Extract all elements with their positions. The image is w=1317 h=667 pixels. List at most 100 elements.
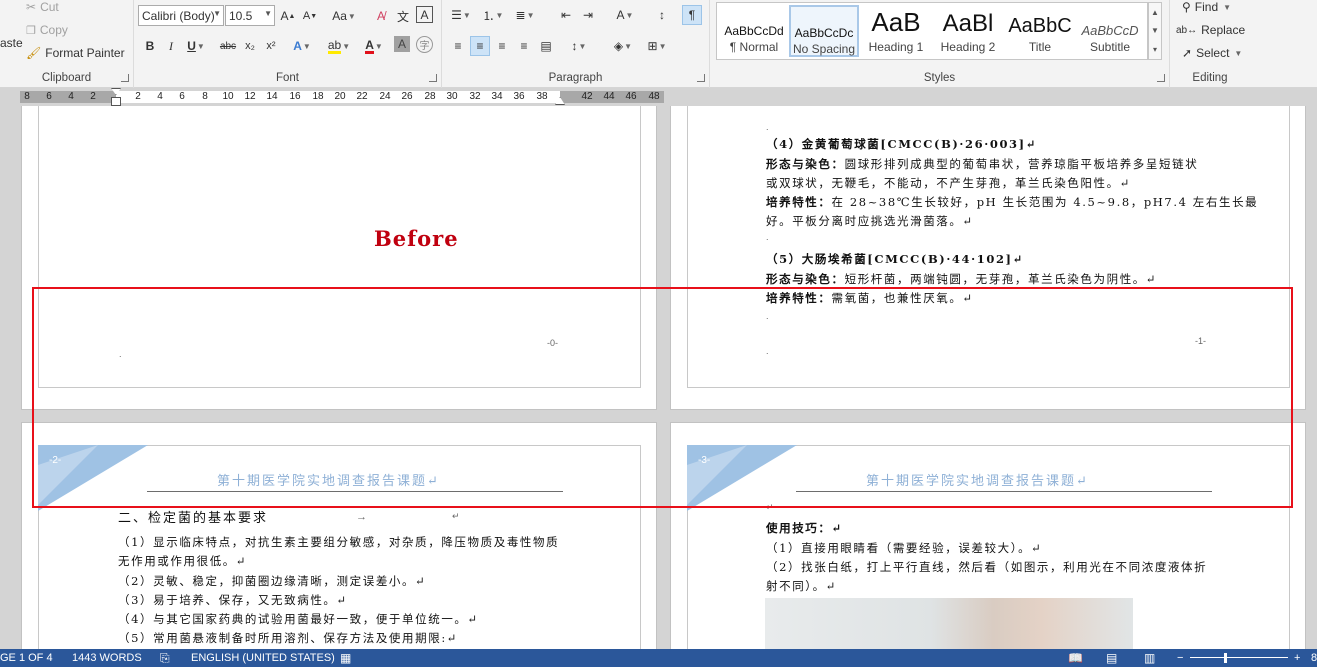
styles-launcher-icon[interactable] [1157,74,1165,82]
select-button[interactable]: ➚ Select ▼ [1182,46,1242,60]
borders-icon[interactable]: ⊞ ▼ [644,36,670,56]
language-indicator[interactable]: ENGLISH (UNITED STATES) [191,652,335,664]
doc-line: （5）大肠埃希菌[CMCC(B)·44·102]↵ [766,252,1024,266]
zoom-slider[interactable] [1190,657,1288,658]
horizontal-ruler[interactable]: 8 6 4 2 2 4 6 8 10 12 14 16 18 20 22 24 26 28 30 32 34 36 38 42… [0,88,1317,106]
replace-button[interactable]: ab↔ Replace [1176,23,1245,37]
chinese-layout-icon[interactable]: A ▼ [612,5,638,25]
increase-indent-icon[interactable]: ⇥ [578,5,598,25]
paragraph-group: ☰ ▼ ⒈ ▼ ≣ ▼ ⇤ ⇥ A ▼ ↕ ¶ ≡ ≡ ≡ ≡ ▤ ↕ ▼ ◈ ▼ ⊞ ▼ P… [442,0,710,88]
header-page-number: -2- [49,455,62,466]
style-normal[interactable]: AaBbCcDd ¶ Normal [719,5,789,57]
web-layout-icon[interactable]: ▥ [1144,651,1155,665]
copy-button[interactable]: ❐ Copy [26,23,68,37]
font-group-label: Font [275,72,299,84]
ruler-tick-label: 42 [581,91,593,102]
decrease-indent-icon[interactable]: ⇤ [556,5,576,25]
sort-icon[interactable]: ↕ [652,5,672,25]
bold-button[interactable]: B [140,36,160,56]
ruler-tick-label: 34 [491,91,503,102]
clear-formatting-icon[interactable]: A̸ [371,6,391,26]
read-mode-icon[interactable]: 📖 [1068,651,1083,665]
font-color-button[interactable]: A ▼ [360,36,388,56]
font-name-combo[interactable]: Calibri (Body) ▼ [138,5,224,26]
paragraph-launcher-icon[interactable] [697,74,705,82]
highlight-color-button[interactable]: ab ▼ [324,36,354,56]
superscript-button[interactable]: x² [261,36,281,56]
line-spacing-icon[interactable]: ↕ ▼ [566,36,592,56]
ruler-tick-label: 32 [469,91,481,102]
zoom-in-icon[interactable]: + [1294,652,1300,664]
page-count[interactable]: GE 1 OF 4 [0,652,53,664]
zoom-thumb[interactable] [1224,653,1227,663]
style-title[interactable]: AaBbC Title [1005,5,1075,57]
style-subtitle[interactable]: AaBbCcD Subtitle [1075,5,1145,57]
font-size-combo[interactable]: 10.5 ▼ [225,5,275,26]
grow-font-icon[interactable]: A ▲ [278,6,298,26]
strikethrough-button[interactable]: abc [216,36,240,56]
ruler-tick-label: 46 [625,91,637,102]
font-launcher-icon[interactable] [429,74,437,82]
ruler-tick-label: 28 [424,91,436,102]
ruler-tick-label: 22 [356,91,368,102]
status-bar: GE 1 OF 4 1443 WORDS ⎘ ENGLISH (UNITED S… [0,649,1317,667]
italic-button[interactable]: I [161,36,181,56]
change-case-button[interactable]: Aa ▼ [330,6,358,26]
scissors-icon: ✂ [26,0,37,14]
shrink-font-icon[interactable]: A ▼ [300,6,320,26]
styles-scroll[interactable]: ▲ ▼ ▾ [1148,2,1162,60]
word-count[interactable]: 1443 WORDS [72,652,142,664]
doc-line: 好。平板分离时应挑选光滑菌落。↵ [766,214,974,228]
macro-icon[interactable]: ▦ [340,651,351,665]
format-painter-button[interactable]: 🖌 Format Painter [26,46,125,60]
style-heading-1[interactable]: AaB Heading 1 [861,5,931,57]
header-title: 第十期医学院实地调查报告课题↵ [866,474,1089,489]
print-layout-icon[interactable]: ▤ [1106,651,1117,665]
doc-line: （4）金黄葡萄球菌[CMCC(B)·26·003]↵ [766,137,1037,151]
cut-button[interactable]: ✂ Cut [26,0,59,14]
more-styles-icon[interactable]: ▾ [1153,45,1157,54]
underline-button[interactable]: U ▼ [182,36,210,56]
clipboard-launcher-icon[interactable] [121,74,129,82]
style-no-spacing[interactable]: AaBbCcDc No Spacing [789,5,859,57]
justify-icon[interactable]: ≡ [514,36,534,56]
character-border-icon[interactable]: A [416,6,433,23]
ruler-tick-label: 12 [244,91,256,102]
text-effects-button[interactable]: A ▼ [288,36,316,56]
zoom-out-icon[interactable]: − [1177,652,1183,664]
distributed-icon[interactable]: ▤ [536,36,556,56]
ruler-tick-label: 6 [46,91,52,102]
chevron-down-icon[interactable]: ▼ [1151,26,1159,35]
paste-button[interactable]: aste [0,36,23,50]
character-shading-button[interactable]: A [394,36,410,52]
ruler-tick-label: 36 [513,91,525,102]
ruler-tick-label: 30 [446,91,458,102]
chevron-up-icon[interactable]: ▲ [1151,8,1159,17]
editing-group: ⚲ Find ▼ ab↔ Replace ➚ Select ▼ Editing [1170,0,1250,88]
cursor-arrow-icon: ➚ [1182,46,1193,60]
show-marks-icon[interactable]: ¶ [682,5,702,25]
shading-icon[interactable]: ◈ ▼ [610,36,636,56]
copy-icon: ❐ [26,24,36,37]
hanging-indent-marker[interactable] [111,97,121,106]
style-heading-2[interactable]: AaBl Heading 2 [933,5,1003,57]
bullets-icon[interactable]: ☰ ▼ [448,5,474,25]
numbering-icon[interactable]: ⒈ ▼ [480,5,506,25]
chevron-down-icon: ▼ [213,9,221,18]
find-button[interactable]: ⚲ Find ▼ [1182,0,1231,14]
page-footer-number: -1- [1195,336,1206,346]
ruler-tick-label: 2 [135,91,141,102]
enclose-characters-button[interactable]: 字 [416,36,433,53]
align-right-icon[interactable]: ≡ [492,36,512,56]
align-left-icon[interactable]: ≡ [448,36,468,56]
document-area[interactable]: Before -0- . . （4）金黄葡萄球菌[CMCC(B)·26·003]… [0,106,1317,649]
align-center-icon[interactable]: ≡ [470,36,490,56]
multilevel-list-icon[interactable]: ≣ ▼ [512,5,538,25]
doc-line: （1）显示临床特点，对抗生素主要组分敏感，对杂质，降压物质及毒性物质 [118,535,560,549]
subscript-button[interactable]: x₂ [240,36,260,56]
doc-line: 无作用或作用很低。↵ [118,554,248,568]
phonetic-guide-icon[interactable]: 文 [393,6,413,26]
zoom-level[interactable]: 8 [1311,652,1317,664]
ruler-tick-label: 44 [603,91,615,102]
proofing-icon[interactable]: ⎘ [160,651,170,666]
